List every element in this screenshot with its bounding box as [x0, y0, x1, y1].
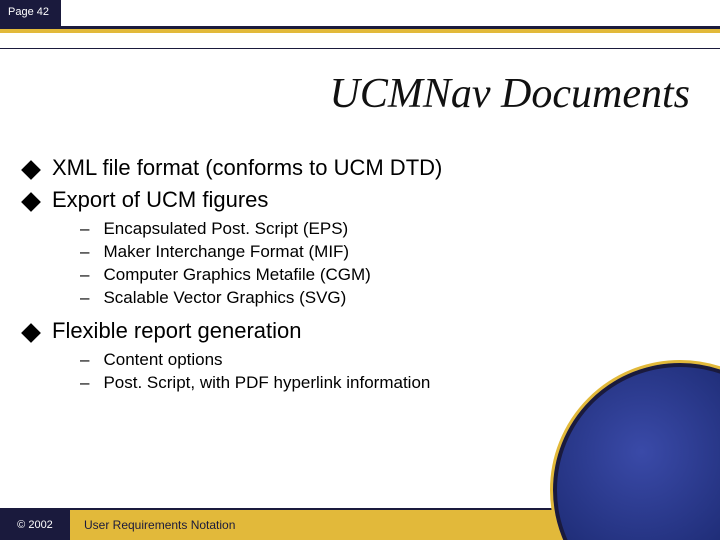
dash-icon: –: [80, 350, 89, 370]
dash-icon: –: [80, 242, 89, 262]
sub-bullet-list: –Encapsulated Post. Script (EPS) –Maker …: [80, 219, 700, 308]
dash-icon: –: [80, 373, 89, 393]
sub-bullet-text: Encapsulated Post. Script (EPS): [103, 219, 348, 239]
sub-bullet-item: –Content options: [80, 350, 700, 370]
diamond-bullet-icon: [21, 323, 41, 343]
sub-bullet-text: Scalable Vector Graphics (SVG): [103, 288, 346, 308]
diamond-bullet-icon: [21, 160, 41, 180]
slide-body: XML file format (conforms to UCM DTD) Ex…: [20, 155, 700, 403]
diamond-bullet-icon: [21, 192, 41, 212]
bullet-item: Export of UCM figures: [20, 187, 700, 213]
slide-title: UCMNav Documents: [330, 70, 690, 118]
dash-icon: –: [80, 219, 89, 239]
sub-bullet-text: Maker Interchange Format (MIF): [103, 242, 349, 262]
bullet-item: XML file format (conforms to UCM DTD): [20, 155, 700, 181]
sub-bullet-text: Content options: [103, 350, 222, 370]
slide: Page 42 UCMNav Documents XML file format…: [0, 0, 720, 540]
bullet-text: Export of UCM figures: [52, 187, 268, 213]
page-number-tab: Page 42: [0, 0, 61, 26]
sub-bullet-item: –Computer Graphics Metafile (CGM): [80, 265, 700, 285]
dash-icon: –: [80, 265, 89, 285]
bullet-text: Flexible report generation: [52, 318, 301, 344]
bullet-item: Flexible report generation: [20, 318, 700, 344]
bullet-text: XML file format (conforms to UCM DTD): [52, 155, 442, 181]
sub-bullet-text: Post. Script, with PDF hyperlink informa…: [103, 373, 430, 393]
sub-bullet-text: Computer Graphics Metafile (CGM): [103, 265, 370, 285]
sub-bullet-item: –Scalable Vector Graphics (SVG): [80, 288, 700, 308]
copyright: © 2002: [0, 510, 70, 540]
sub-bullet-item: –Encapsulated Post. Script (EPS): [80, 219, 700, 239]
dash-icon: –: [80, 288, 89, 308]
sub-bullet-item: –Maker Interchange Format (MIF): [80, 242, 700, 262]
